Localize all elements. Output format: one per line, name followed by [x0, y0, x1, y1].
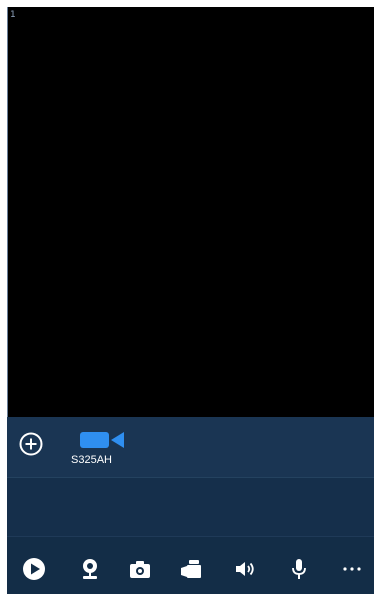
snapshot-button[interactable] [128, 557, 152, 581]
microphone-button[interactable] [287, 557, 311, 581]
add-device-button[interactable] [19, 432, 43, 456]
webcam-icon [83, 559, 97, 579]
channel-index: 1 [10, 10, 16, 20]
camera-icon [130, 561, 150, 578]
bottom-toolbar [7, 551, 374, 591]
record-button[interactable] [179, 557, 203, 581]
video-preview[interactable]: 1 [7, 7, 374, 417]
device-list-empty-slot [7, 478, 374, 537]
more-button[interactable] [340, 557, 364, 581]
plus-circle-icon [19, 432, 43, 456]
video-camera-icon [80, 432, 124, 448]
record-icon [181, 560, 201, 578]
volume-button[interactable] [233, 557, 257, 581]
webcam-button[interactable] [78, 557, 102, 581]
microphone-icon [292, 559, 306, 579]
device-item[interactable]: S325AH [71, 430, 131, 474]
app-screen: 1 S325AH [0, 0, 374, 594]
more-icon [343, 567, 361, 571]
play-icon [23, 558, 45, 580]
control-panel: S325AH [7, 417, 374, 594]
volume-icon [236, 562, 254, 576]
device-label: S325AH [71, 454, 112, 466]
play-button[interactable] [22, 557, 46, 581]
device-list: S325AH [7, 417, 374, 478]
